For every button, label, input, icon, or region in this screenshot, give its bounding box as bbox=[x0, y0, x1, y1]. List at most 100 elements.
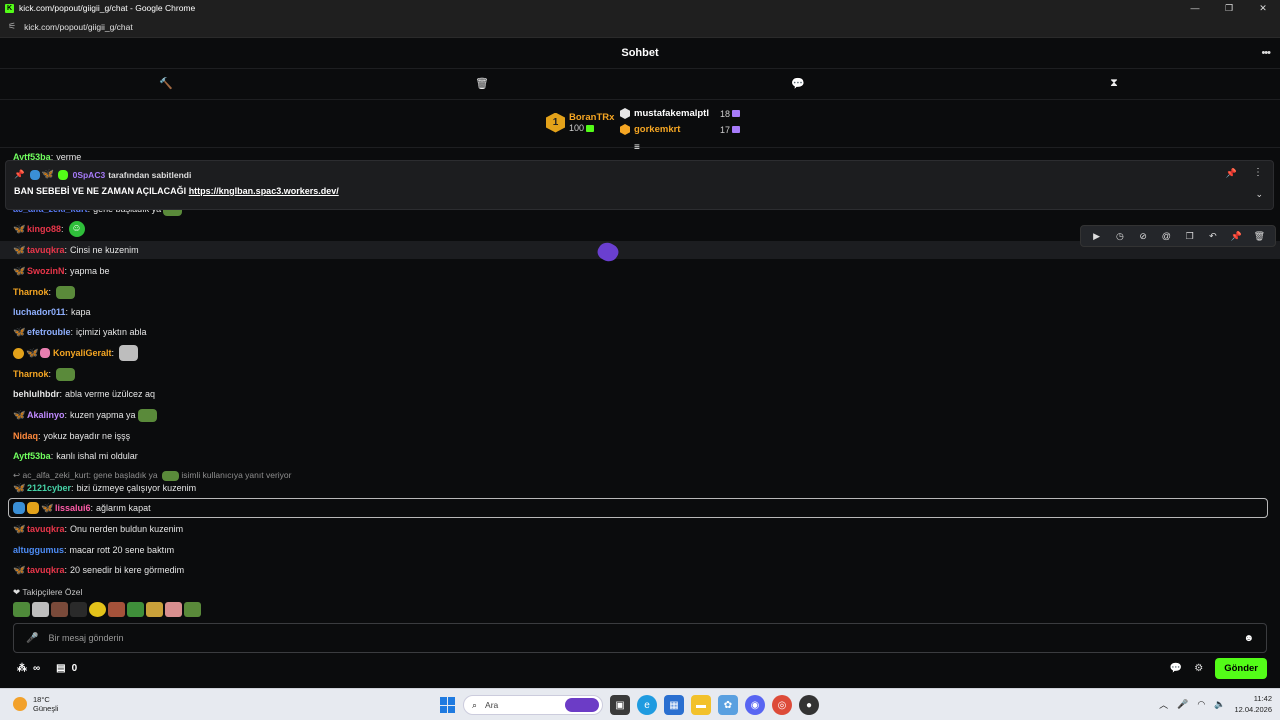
chat-message[interactable]: 🦋 kingo88: ☺ bbox=[13, 220, 85, 238]
trash-icon[interactable]: 🗑 bbox=[475, 77, 489, 90]
url-text[interactable]: kick.com/popout/giigii_g/chat bbox=[24, 22, 133, 32]
leaderboard-third[interactable]: gorkemkrt 17 bbox=[620, 124, 740, 135]
chat-message[interactable]: altuggumus: macar rott 20 sene baktım bbox=[13, 541, 174, 559]
address-bar: ⚟ kick.com/popout/giigii_g/chat bbox=[0, 16, 1280, 38]
chevron-up-icon[interactable]: ︿ bbox=[1159, 698, 1168, 711]
chat-message[interactable]: 🦋 SwozinN: yapma be bbox=[13, 262, 110, 280]
chat-message[interactable]: 🦋 Akalinyo: kuzen yapma ya bbox=[13, 406, 157, 424]
emote-icon[interactable] bbox=[51, 602, 68, 617]
pin-message-icon[interactable]: 📌 bbox=[1227, 231, 1245, 242]
message-username[interactable]: tavuqkra bbox=[27, 565, 65, 575]
chat-message[interactable]: Aytf53ba: kanlı ishal mi oldular bbox=[13, 447, 138, 465]
message-username[interactable]: Akalinyo bbox=[27, 410, 65, 420]
chevron-down-icon[interactable]: ⌄ bbox=[1255, 189, 1263, 200]
task-view-icon[interactable]: ▣ bbox=[610, 695, 630, 715]
emoji-icon[interactable]: ☻ bbox=[1243, 633, 1254, 644]
mic-tray-icon[interactable]: 🎤 bbox=[1177, 699, 1188, 710]
chat-message[interactable]: 🦋 tavuqkra: Cinsi ne kuzenim bbox=[13, 241, 139, 259]
chat-message[interactable]: 🦋 tavuqkra: Onu nerden buldun kuzenim bbox=[13, 520, 183, 538]
users-icon[interactable]: ⁂ bbox=[17, 663, 27, 674]
settings-app-icon[interactable]: ✿ bbox=[718, 695, 738, 715]
chat-message[interactable]: luchador011: kapa bbox=[13, 303, 91, 321]
message-username[interactable]: kingo88 bbox=[27, 224, 61, 234]
unpin-icon[interactable]: 📌 bbox=[1226, 168, 1237, 179]
chat-message[interactable]: 🦋 2121cyber: bizi üzmeye çalışıyor kuzenim bbox=[13, 479, 196, 497]
store-icon[interactable]: ▦ bbox=[664, 695, 684, 715]
collapse-icon[interactable]: ≡ bbox=[634, 142, 640, 153]
send-button[interactable]: Gönder bbox=[1215, 658, 1267, 679]
chat-icon[interactable]: 💬 bbox=[1170, 663, 1182, 674]
chat-message[interactable]: Tharnok: bbox=[13, 365, 76, 383]
message-text: ağlarım kapat bbox=[96, 503, 151, 513]
chat-message[interactable]: Tharnok: bbox=[13, 283, 76, 301]
message-username[interactable]: Tharnok bbox=[13, 287, 49, 297]
message-username[interactable]: tavuqkra bbox=[27, 524, 65, 534]
message-text: abla verme üzülcez aq bbox=[65, 389, 156, 399]
windows-start-icon[interactable] bbox=[440, 697, 456, 713]
message-username[interactable]: KonyaliGeralt bbox=[53, 348, 112, 358]
mention-icon[interactable]: @ bbox=[1157, 231, 1175, 241]
app-icon[interactable]: ● bbox=[799, 695, 819, 715]
leaderboard-first[interactable]: 1 BoranTRx 100 bbox=[546, 112, 614, 133]
chat-message[interactable]: 🦋 lissalui6: ağlarım kapat bbox=[13, 499, 151, 517]
speaker-icon[interactable]: 🔈 bbox=[1214, 699, 1225, 710]
hammer-icon[interactable]: 🔨 bbox=[159, 77, 173, 90]
restore-icon[interactable]: ❐ bbox=[1212, 0, 1246, 16]
message-separator: : bbox=[65, 307, 69, 317]
pinned-menu-icon[interactable]: ⋮ bbox=[1253, 167, 1263, 178]
message-username[interactable]: behlulhbdr bbox=[13, 389, 60, 399]
close-icon[interactable]: ✕ bbox=[1246, 0, 1280, 16]
chrome-icon[interactable]: ◎ bbox=[772, 695, 792, 715]
delete-icon[interactable]: 🗑 bbox=[1250, 231, 1268, 242]
file-explorer-icon[interactable]: ▬ bbox=[691, 695, 711, 715]
emote-icon[interactable] bbox=[165, 602, 182, 617]
site-settings-icon[interactable]: ⚟ bbox=[8, 21, 16, 32]
emote-icon[interactable] bbox=[108, 602, 125, 617]
message-username[interactable]: Nidaq bbox=[13, 431, 38, 441]
pinned-by-user[interactable]: 0SpAC3 bbox=[73, 170, 106, 180]
message-input[interactable] bbox=[48, 633, 1244, 643]
message-username[interactable]: SwozinN bbox=[27, 266, 65, 276]
emote-icon[interactable] bbox=[70, 602, 87, 617]
emote-icon[interactable] bbox=[127, 602, 144, 617]
weather-widget[interactable]: 18°C Güneşli bbox=[13, 695, 58, 713]
message-username[interactable]: tavuqkra bbox=[27, 245, 65, 255]
edge-icon[interactable]: e bbox=[637, 695, 657, 715]
copy-icon[interactable]: ❐ bbox=[1181, 231, 1199, 242]
emote-icon[interactable] bbox=[184, 602, 201, 617]
undo-icon[interactable]: ↶ bbox=[1204, 231, 1222, 242]
pinned-link[interactable]: https://knglban.spac3.workers.dev/ bbox=[189, 186, 339, 196]
message-username[interactable]: lissalui6 bbox=[55, 503, 91, 513]
chat-message[interactable]: 🦋 KonyaliGeralt: bbox=[13, 344, 139, 362]
mic-icon[interactable]: 🎤 bbox=[26, 633, 38, 644]
clock[interactable]: 11:42 12.04.2026 bbox=[1234, 693, 1272, 715]
taskbar-search[interactable]: ⌕ Ara bbox=[463, 695, 603, 715]
emote-icon[interactable] bbox=[13, 602, 30, 617]
emote-icon[interactable] bbox=[146, 602, 163, 617]
mute-icon[interactable]: ⊘ bbox=[1134, 231, 1152, 242]
message-username[interactable]: Aytf53ba bbox=[13, 451, 51, 461]
wifi-icon[interactable]: ◠ bbox=[1197, 699, 1205, 710]
timeout-clock-icon[interactable]: ◷ bbox=[1111, 231, 1129, 242]
emote-icon[interactable] bbox=[89, 602, 106, 617]
chat-message[interactable]: Nidaq: yokuz bayadır ne işşş bbox=[13, 427, 130, 445]
message-username[interactable]: altuggumus bbox=[13, 545, 64, 555]
speech-bubble-icon[interactable]: 💬 bbox=[791, 77, 805, 90]
play-icon[interactable]: ▶ bbox=[1088, 231, 1106, 242]
points-icon[interactable]: ▤ bbox=[56, 663, 65, 674]
message-username[interactable]: efetrouble bbox=[27, 327, 71, 337]
message-username[interactable]: 2121cyber bbox=[27, 483, 71, 493]
discord-icon[interactable]: ◉ bbox=[745, 695, 765, 715]
leaderboard-second[interactable]: mustafakemalptl 18 bbox=[620, 108, 740, 119]
message-username[interactable]: Tharnok bbox=[13, 369, 49, 379]
message-username[interactable]: luchador011 bbox=[13, 307, 66, 317]
emote-icon[interactable] bbox=[32, 602, 49, 617]
message-text: kapa bbox=[71, 307, 91, 317]
gear-icon[interactable]: ⚙ bbox=[1194, 663, 1203, 674]
more-options-icon[interactable]: ••• bbox=[1261, 47, 1271, 59]
hourglass-icon[interactable]: ⧗ bbox=[1107, 77, 1121, 90]
minimize-icon[interactable]: — bbox=[1178, 0, 1212, 16]
chat-message[interactable]: 🦋 efetrouble: içimizi yaktın abla bbox=[13, 323, 147, 341]
chat-message[interactable]: 🦋 tavuqkra:20 senedir bi kere görmedim bbox=[13, 561, 184, 579]
chat-message[interactable]: behlulhbdr: abla verme üzülcez aq bbox=[13, 385, 155, 403]
